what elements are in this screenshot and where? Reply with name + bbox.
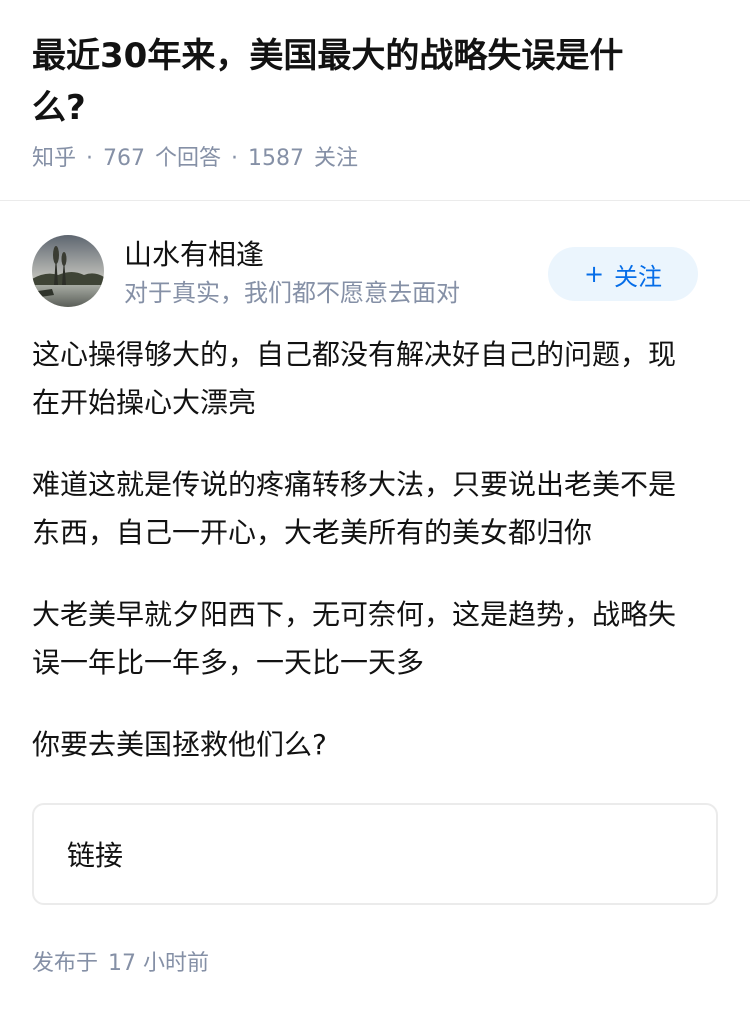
source-label[interactable]: 知乎 bbox=[32, 146, 76, 171]
publish-info: 发布于 17 小时前 bbox=[0, 945, 750, 977]
publish-time: 17 小时前 bbox=[108, 951, 210, 976]
answers-count: 767 bbox=[103, 146, 146, 171]
author-avatar[interactable] bbox=[32, 235, 104, 307]
publish-label: 发布于 bbox=[32, 951, 99, 976]
question-meta: 知乎 · 767 个回答 · 1587 关注 bbox=[32, 142, 718, 176]
separator-dot: · bbox=[231, 146, 239, 171]
link-card-label: 链接 bbox=[67, 839, 124, 872]
followers-count: 1587 bbox=[248, 146, 305, 171]
answers-label: 个回答 bbox=[155, 146, 222, 171]
follow-button[interactable]: + 关注 bbox=[548, 247, 698, 301]
question-header: 最近30年来，美国最大的战略失误是什么? 知乎 · 767 个回答 · 1587 关注 bbox=[0, 0, 750, 201]
separator-dot: · bbox=[86, 146, 94, 171]
landscape-avatar-icon bbox=[32, 235, 104, 307]
answer-paragraph: 你要去美国拯救他们么? bbox=[32, 728, 327, 761]
question-title[interactable]: 最近30年来，美国最大的战略失误是什么? bbox=[32, 30, 672, 134]
answer-content: 这心操得够大的，自己都没有解决好自己的问题，现在开始操心大漂亮 难道这就是传说的… bbox=[0, 309, 750, 769]
link-card[interactable]: 链接 bbox=[32, 803, 718, 905]
author-bar: 山水有相逢 对于真实，我们都不愿意去面对 + 关注 bbox=[0, 201, 750, 309]
author-bio: 对于真实，我们都不愿意去面对 bbox=[124, 279, 460, 307]
followers-label: 关注 bbox=[314, 146, 359, 171]
answer-paragraph: 难道这就是传说的疼痛转移大法，只要说出老美不是东西，自己一开心，大老美所有的美女… bbox=[32, 468, 677, 549]
author-name[interactable]: 山水有相逢 bbox=[124, 235, 264, 275]
answer-paragraph: 大老美早就夕阳西下，无可奈何，这是趋势，战略失误一年比一年多，一天比一天多 bbox=[32, 598, 677, 679]
plus-icon: + bbox=[583, 260, 605, 288]
follow-label: 关注 bbox=[614, 262, 663, 291]
answer-paragraph: 这心操得够大的，自己都没有解决好自己的问题，现在开始操心大漂亮 bbox=[32, 338, 677, 419]
